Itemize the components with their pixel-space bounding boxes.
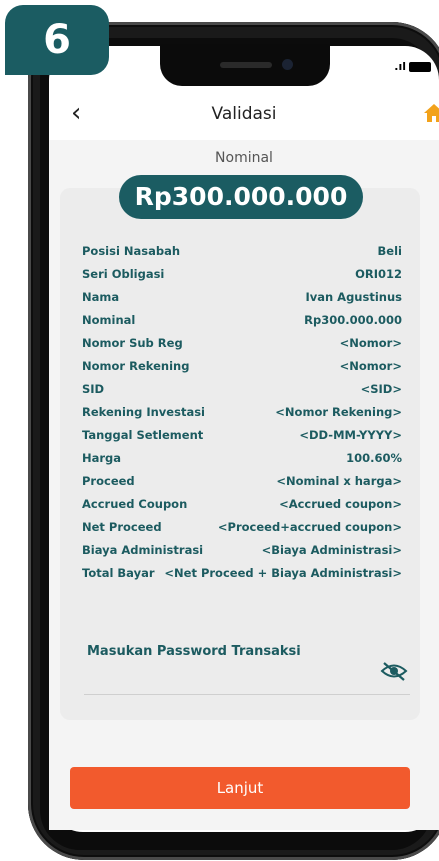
detail-value: <SID> [360,382,402,396]
detail-row: Net Proceed <Proceed+accrued coupon> [82,520,402,540]
detail-key: Total Bayar [82,566,155,580]
detail-value: <Biaya Administrasi> [261,543,402,557]
password-label: Masukan Password Transaksi [87,644,301,659]
detail-row: Posisi Nasabah Beli [82,244,402,264]
home-icon[interactable] [423,102,439,124]
detail-row: Tanggal Setlement <DD-MM-YYYY> [82,428,402,448]
detail-key: Rekening Investasi [82,405,205,419]
detail-key: Proceed [82,474,135,488]
detail-row: Total Bayar <Net Proceed + Biaya Administ… [82,566,402,586]
battery-icon [409,62,431,72]
detail-row: Nama Ivan Agustinus [82,290,402,310]
detail-value: <Nominal x harga> [276,474,402,488]
notch [160,44,330,86]
eye-hidden-icon[interactable] [380,660,408,682]
detail-key: SID [82,382,105,396]
detail-key: Biaya Administrasi [82,543,204,557]
amount-pill: Rp300.000.000 [119,175,363,219]
detail-key: Nominal [82,313,136,327]
detail-row: Harga 100.60% [82,451,402,471]
detail-row: SID <SID> [82,382,402,402]
detail-row: Biaya Administrasi <Biaya Administrasi> [82,543,402,563]
detail-row: Nominal Rp300.000.000 [82,313,402,333]
detail-key: Nomor Sub Reg [82,336,183,350]
detail-key: Nomor Rekening [82,359,190,373]
detail-value: <DD-MM-YYYY> [299,428,402,442]
detail-key: Accrued Coupon [82,497,188,511]
detail-value: Beli [377,244,402,258]
detail-row: Seri Obligasi ORI012 [82,267,402,287]
detail-value: <Proceed+accrued coupon> [217,520,402,534]
detail-value: Rp300.000.000 [304,313,402,327]
detail-value: <Nomor> [339,336,402,350]
password-field[interactable] [84,694,410,695]
detail-key: Nama [82,290,120,304]
signal-icon: .ıl [394,60,406,73]
speaker [220,62,272,68]
header-bar: ‹ Validasi [49,90,439,141]
detail-value: <Nomor> [339,359,402,373]
page-title: Validasi [211,104,277,124]
status-bar: .ıl [394,60,431,73]
lanjut-button[interactable]: Lanjut [70,767,410,809]
nominal-label: Nominal [215,150,273,166]
detail-key: Tanggal Setlement [82,428,204,442]
camera [282,59,293,70]
detail-row: Proceed <Nominal x harga> [82,474,402,494]
detail-value: <Net Proceed + Biaya Administrasi> [164,566,402,580]
detail-value: <Nomor Rekening> [275,405,402,419]
detail-key: Harga [82,451,122,465]
detail-value: 100.60% [346,451,402,465]
detail-key: Net Proceed [82,520,162,534]
detail-key: Posisi Nasabah [82,244,181,258]
step-badge: 6 [5,5,109,75]
detail-row: Accrued Coupon <Accrued coupon> [82,497,402,517]
detail-row: Nomor Sub Reg <Nomor> [82,336,402,356]
detail-value: <Accrued coupon> [279,497,402,511]
detail-row: Rekening Investasi <Nomor Rekening> [82,405,402,425]
detail-row: Nomor Rekening <Nomor> [82,359,402,379]
detail-value: Ivan Agustinus [305,290,402,304]
detail-value: ORI012 [355,267,402,281]
detail-key: Seri Obligasi [82,267,165,281]
